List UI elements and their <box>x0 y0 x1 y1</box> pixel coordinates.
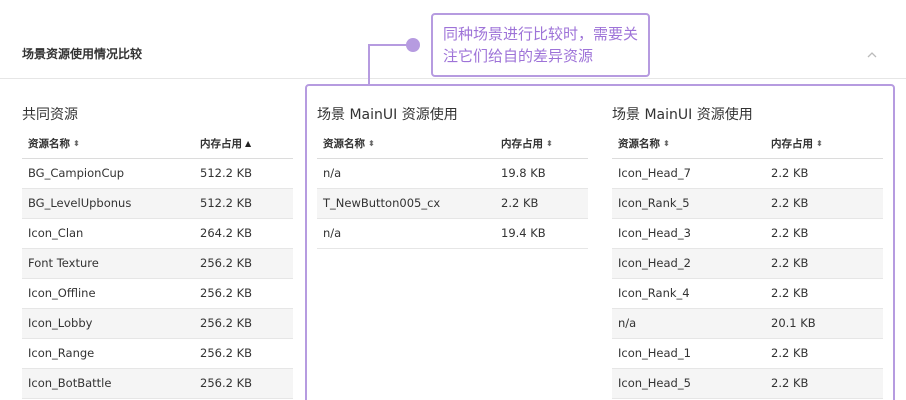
table-row[interactable]: Icon_Head_3 2.2 KB <box>612 218 883 249</box>
resource-name-cell: BG_LevelUpbonus <box>22 188 194 219</box>
resource-name-cell: Icon_BotBattle <box>22 368 194 399</box>
column-header-name[interactable]: 资源名称 ⬍ <box>317 130 495 159</box>
table-header-row: 资源名称 ⬍ 内存占用 ▲ <box>22 130 293 159</box>
sort-ascending-icon[interactable]: ▲ <box>245 139 251 148</box>
resource-name-cell: Icon_Head_5 <box>612 368 765 399</box>
table-row[interactable]: Icon_Offline 256.2 KB <box>22 278 293 309</box>
resource-name-cell: n/a <box>612 308 765 339</box>
scene-b-table: 资源名称 ⬍ 内存占用 ⬍ Icon_Head_7 2.2 KB Icon_Rank_5… <box>612 130 883 399</box>
resource-name-cell: Icon_Range <box>22 338 194 369</box>
resource-name-cell: BG_CampionCup <box>22 158 194 189</box>
table-row[interactable]: Icon_Range 256.2 KB <box>22 338 293 369</box>
resource-name-cell: Icon_Head_3 <box>612 218 765 249</box>
shared-resources-title: 共同资源 <box>22 107 78 123</box>
scene-a-title: 场景 MainUI 资源使用 <box>317 107 458 123</box>
resource-name-cell: Icon_Head_2 <box>612 248 765 279</box>
scene-a-table: 资源名称 ⬍ 内存占用 ⬍ n/a 19.8 KB T_NewButton005_cx 2… <box>317 130 588 249</box>
column-header-usage[interactable]: 内存占用 ⬍ <box>495 130 588 159</box>
memory-usage-cell: 19.4 KB <box>495 218 588 249</box>
table-row[interactable]: Icon_Rank_4 2.2 KB <box>612 278 883 309</box>
annotation-callout: 同种场景进行比较时，需要关注它们给自的差异资源 <box>431 13 650 77</box>
sort-icon[interactable]: ⬍ <box>368 139 375 148</box>
scene-b-title: 场景 MainUI 资源使用 <box>612 107 753 123</box>
table-row[interactable]: Icon_Rank_5 2.2 KB <box>612 188 883 219</box>
section-title: 场景资源使用情况比较 <box>22 47 143 61</box>
annotation-dot <box>406 38 420 52</box>
memory-usage-cell: 2.2 KB <box>765 188 883 219</box>
resource-name-cell: Icon_Rank_4 <box>612 278 765 309</box>
table-row[interactable]: T_NewButton005_cx 2.2 KB <box>317 188 588 219</box>
resource-name-cell: Icon_Head_7 <box>612 158 765 189</box>
memory-usage-cell: 256.2 KB <box>194 248 293 279</box>
memory-usage-cell: 2.2 KB <box>495 188 588 219</box>
table-row[interactable]: Icon_Head_7 2.2 KB <box>612 158 883 189</box>
resource-name-cell: Icon_Lobby <box>22 308 194 339</box>
table-row[interactable]: Icon_Lobby 256.2 KB <box>22 308 293 339</box>
resource-name-cell: Icon_Head_1 <box>612 338 765 369</box>
memory-usage-cell: 256.2 KB <box>194 368 293 399</box>
resource-name-cell: Font Texture <box>22 248 194 279</box>
table-row[interactable]: Icon_Head_5 2.2 KB <box>612 368 883 399</box>
memory-usage-cell: 2.2 KB <box>765 338 883 369</box>
column-header-name[interactable]: 资源名称 ⬍ <box>22 130 194 159</box>
memory-usage-cell: 19.8 KB <box>495 158 588 189</box>
sort-icon[interactable]: ⬍ <box>816 139 823 148</box>
memory-usage-cell: 512.2 KB <box>194 188 293 219</box>
table-row[interactable]: n/a 20.1 KB <box>612 308 883 339</box>
table-row[interactable]: Font Texture 256.2 KB <box>22 248 293 279</box>
resource-name-cell: Icon_Rank_5 <box>612 188 765 219</box>
column-header-usage[interactable]: 内存占用 ⬍ <box>765 130 883 159</box>
column-header-name[interactable]: 资源名称 ⬍ <box>612 130 765 159</box>
memory-usage-cell: 2.2 KB <box>765 218 883 249</box>
table-row[interactable]: n/a 19.4 KB <box>317 218 588 249</box>
table-row[interactable]: Icon_Head_2 2.2 KB <box>612 248 883 279</box>
table-row[interactable]: Icon_Clan 264.2 KB <box>22 218 293 249</box>
memory-usage-cell: 2.2 KB <box>765 368 883 399</box>
resource-name-cell: T_NewButton005_cx <box>317 188 495 219</box>
memory-usage-cell: 256.2 KB <box>194 338 293 369</box>
sort-icon[interactable]: ⬍ <box>546 139 553 148</box>
memory-usage-cell: 2.2 KB <box>765 278 883 309</box>
memory-usage-cell: 264.2 KB <box>194 218 293 249</box>
memory-usage-cell: 256.2 KB <box>194 278 293 309</box>
table-row[interactable]: n/a 19.8 KB <box>317 158 588 189</box>
table-row[interactable]: BG_CampionCup 512.2 KB <box>22 158 293 189</box>
table-row[interactable]: Icon_Head_1 2.2 KB <box>612 338 883 369</box>
sort-icon[interactable]: ⬍ <box>73 139 80 148</box>
table-header-row: 资源名称 ⬍ 内存占用 ⬍ <box>317 130 588 159</box>
shared-resources-table: 资源名称 ⬍ 内存占用 ▲ BG_CampionCup 512.2 KB BG_Leve… <box>22 130 293 399</box>
chevron-up-icon[interactable] <box>865 50 879 60</box>
memory-usage-cell: 512.2 KB <box>194 158 293 189</box>
memory-usage-cell: 256.2 KB <box>194 308 293 339</box>
sort-icon[interactable]: ⬍ <box>663 139 670 148</box>
table-row[interactable]: BG_LevelUpbonus 512.2 KB <box>22 188 293 219</box>
resource-name-cell: Icon_Clan <box>22 218 194 249</box>
resource-name-cell: Icon_Offline <box>22 278 194 309</box>
resource-name-cell: n/a <box>317 218 495 249</box>
table-header-row: 资源名称 ⬍ 内存占用 ⬍ <box>612 130 883 159</box>
memory-usage-cell: 20.1 KB <box>765 308 883 339</box>
column-header-usage[interactable]: 内存占用 ▲ <box>194 130 293 159</box>
memory-usage-cell: 2.2 KB <box>765 158 883 189</box>
resource-name-cell: n/a <box>317 158 495 189</box>
memory-usage-cell: 2.2 KB <box>765 248 883 279</box>
annotation-connector <box>368 44 370 84</box>
table-row[interactable]: Icon_BotBattle 256.2 KB <box>22 368 293 399</box>
